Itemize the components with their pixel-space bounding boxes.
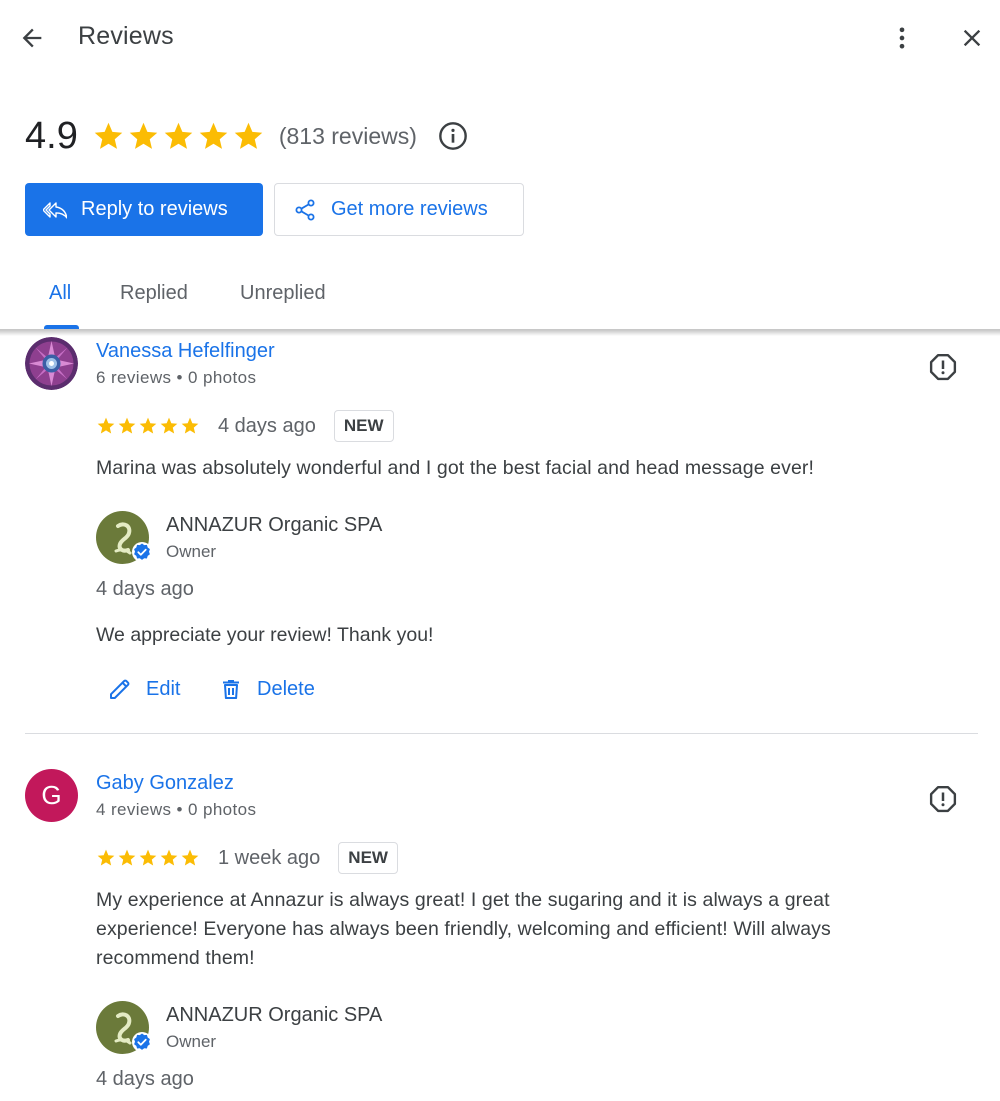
info-icon [439,122,467,150]
reviewer-meta: 6 reviews • 0 photos [96,368,257,387]
reply-all-icon [43,198,67,222]
annazur-logo-avatar [96,511,152,564]
info-button[interactable] [437,120,469,152]
star-icon [118,417,136,434]
report-review-button[interactable] [926,782,960,816]
tab-unreplied[interactable]: Unreplied [240,282,326,305]
owner-role: Owner [166,542,217,561]
trash-icon [219,677,243,701]
more-vert-icon [899,27,905,49]
reply-text: We appreciate your review! Thank you! [96,624,434,646]
reviewer-meta: 4 reviews • 0 photos [96,800,257,819]
review-rating-row: 4 days ago NEW [96,410,394,442]
owner-role: Owner [166,1032,217,1051]
delete-label: Delete [257,677,315,700]
rating-summary: 4.9 (813 reviews) [25,110,469,162]
star-icon [160,417,178,434]
reviewer-name[interactable]: Gaby Gonzalez [96,772,234,795]
reviewer-avatar[interactable] [25,337,78,390]
reviewer-name[interactable]: Vanessa Hefelfinger [96,340,275,363]
close-button[interactable] [954,20,990,56]
mandala-avatar-image [25,337,78,390]
star-icon [129,122,158,149]
report-review-button[interactable] [926,350,960,384]
owner-avatar [96,511,152,564]
review-stars [96,416,200,436]
owner-name: ANNAZUR Organic SPA [166,1004,383,1026]
reviewer-avatar[interactable]: G [25,769,78,822]
review-text: Marina was absolutely wonderful and I go… [96,457,815,479]
review-date: 4 days ago [218,414,316,437]
share-icon [293,198,317,222]
top-bar: Reviews [0,0,1000,74]
star-icon [160,849,178,866]
report-icon [929,353,957,381]
report-icon [929,785,957,813]
review-tabs: All Replied Unreplied [0,262,1000,330]
star-icon [181,849,199,866]
star-icon [199,122,228,149]
get-more-reviews-label: Get more reviews [331,198,488,220]
review-count: (813 reviews) [278,122,417,149]
review-stars [96,848,200,868]
review-divider [25,733,978,734]
back-button[interactable] [14,20,50,56]
star-icon [97,417,115,434]
arrow-back-icon [22,28,42,48]
new-badge: NEW [333,410,394,442]
summary-stars [92,120,265,153]
star-icon [181,417,199,434]
star-icon [139,417,157,434]
review-date: 1 week ago [218,846,321,869]
star-icon [97,849,115,866]
owner-name: ANNAZUR Organic SPA [166,514,383,536]
tab-replied[interactable]: Replied [120,282,188,305]
reply-date: 4 days ago [96,1068,194,1090]
tab-all[interactable]: All [49,282,71,305]
average-rating: 4.9 [25,114,78,157]
star-icon [118,849,136,866]
owner-avatar [96,1001,152,1054]
reply-date: 4 days ago [96,578,194,600]
close-icon [963,29,981,47]
star-icon [164,122,193,149]
tabs-shadow [0,329,1000,336]
get-more-reviews-button[interactable]: Get more reviews [274,183,524,236]
edit-label: Edit [146,677,181,700]
star-icon [94,122,123,149]
star-icon [139,849,157,866]
review-text: My experience at Annazur is always great… [96,889,831,969]
star-icon [234,122,263,149]
new-badge: NEW [338,842,398,874]
edit-reply-button[interactable]: Edit [108,677,180,701]
reply-to-reviews-button[interactable]: Reply to reviews [25,183,263,236]
delete-reply-button[interactable]: Delete [219,677,315,701]
reply-to-reviews-label: Reply to reviews [81,198,228,220]
more-options-button[interactable] [884,20,920,56]
page-title: Reviews [78,22,174,50]
pencil-icon [108,677,132,701]
review-rating-row: 1 week ago NEW [96,842,398,874]
annazur-logo-avatar [96,1001,152,1054]
